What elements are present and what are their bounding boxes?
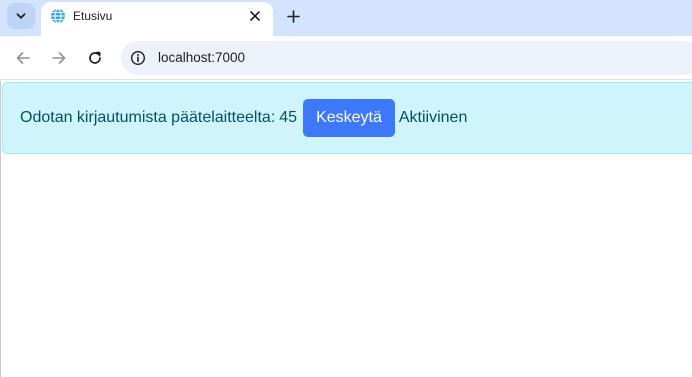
alert-message: Odotan kirjautumista päätelaitteelta:: [20, 109, 276, 126]
address-bar[interactable]: localhost:7000: [121, 41, 692, 75]
tab-close-button[interactable]: [246, 7, 264, 25]
globe-icon: [51, 8, 65, 24]
reload-icon: [89, 51, 101, 64]
close-icon: [250, 11, 260, 21]
back-button[interactable]: [11, 46, 35, 70]
forward-button[interactable]: [47, 46, 71, 70]
browser-tab[interactable]: Etusivu: [41, 2, 273, 36]
new-tab-button[interactable]: [281, 4, 305, 28]
site-info-icon[interactable]: [130, 50, 146, 66]
countdown-value: 45: [279, 109, 298, 126]
page-content: Odotan kirjautumista päätelaitteelta: 45…: [0, 81, 692, 377]
tab-search-button[interactable]: [7, 3, 35, 29]
browser-toolbar: localhost:7000: [0, 36, 692, 80]
cancel-button[interactable]: Keskeytä: [303, 99, 395, 137]
reload-button[interactable]: [83, 46, 107, 70]
tab-title: Etusivu: [73, 9, 113, 23]
login-wait-alert: Odotan kirjautumista päätelaitteelta: 45…: [2, 82, 692, 154]
url-text[interactable]: localhost:7000: [158, 50, 245, 66]
status-text: Aktiivinen: [398, 109, 468, 126]
back-arrow-icon: [16, 52, 30, 64]
forward-arrow-icon: [52, 52, 66, 64]
chevron-down-icon: [16, 13, 26, 19]
plus-icon: [286, 9, 300, 23]
tab-strip: Etusivu: [0, 0, 692, 36]
